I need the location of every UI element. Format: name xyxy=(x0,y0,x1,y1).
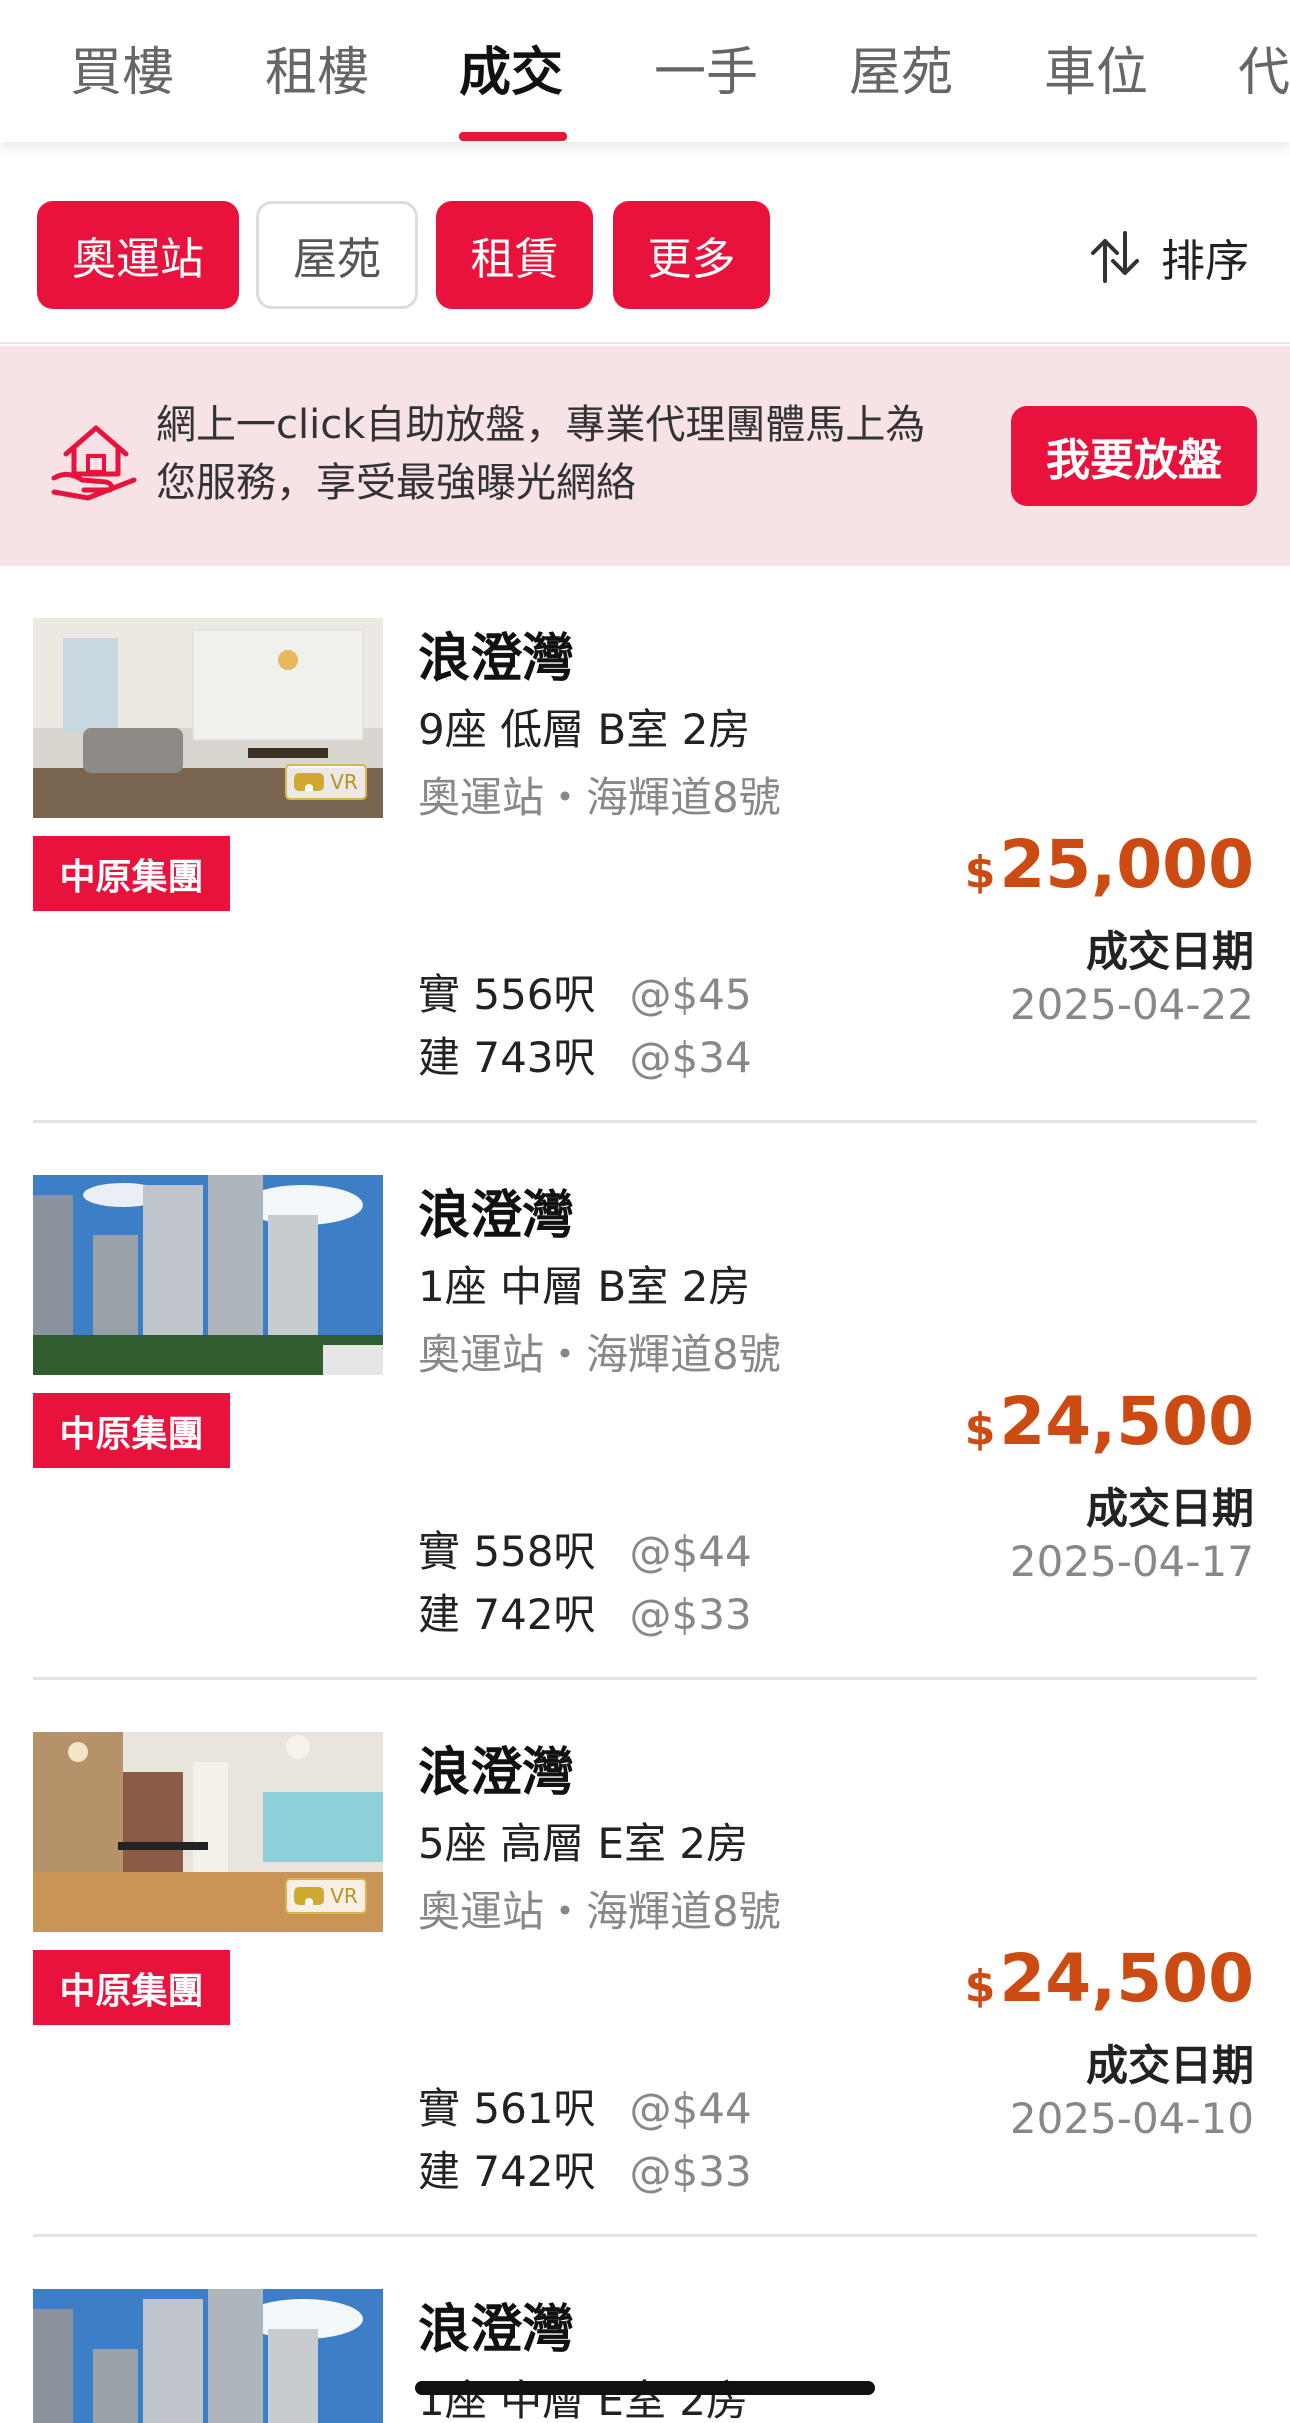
agency-tag: 中原集團 xyxy=(33,1950,230,2025)
listing-card[interactable]: VR 中原集團 浪澄灣 9座 低層 B室 2房 奧運站・海輝道8號 $25,00… xyxy=(0,566,1290,1123)
gross-area: 建 743呎 xyxy=(418,1033,596,1082)
gross-price-per-ft: @$34 xyxy=(629,1033,752,1082)
filter-chip-estate[interactable]: 屋苑 xyxy=(256,201,418,309)
gross-price-per-ft: @$33 xyxy=(629,2147,752,2196)
transaction-date-label: 成交日期 xyxy=(1085,927,1254,976)
price-value: 24,500 xyxy=(999,1940,1254,2017)
unit-details: 9座 低層 B室 2房 xyxy=(418,705,751,754)
saleable-area-row: 實 556呎 @$45 xyxy=(418,961,752,1022)
tab-carparks[interactable]: 車位 xyxy=(1044,30,1148,105)
transaction-date: 2025-04-17 xyxy=(1009,1537,1254,1586)
building-exterior-photo-icon xyxy=(33,1175,383,1375)
transaction-price: $24,500 xyxy=(965,1383,1254,1460)
banner-text-line2: 您服務，享受最強曝光網絡 xyxy=(156,460,636,506)
transaction-date: 2025-04-22 xyxy=(1009,980,1254,1029)
price-value: 24,500 xyxy=(999,1383,1254,1460)
unit-details: 5座 高層 E室 2房 xyxy=(418,1819,749,1868)
building-exterior-photo-icon xyxy=(33,2289,383,2423)
estate-name: 浪澄灣 xyxy=(418,2300,575,2360)
address: 奧運站・海輝道8號 xyxy=(418,1330,781,1379)
transaction-date-label: 成交日期 xyxy=(1085,1484,1254,1533)
vr-label: VR xyxy=(330,1884,358,1908)
gross-price-per-ft: @$33 xyxy=(629,1590,752,1639)
estate-name: 浪澄灣 xyxy=(418,1743,575,1803)
vr-badge: VR xyxy=(285,764,367,800)
gross-area: 建 742呎 xyxy=(418,2147,596,2196)
gross-area-row: 建 742呎 @$33 xyxy=(418,1581,752,1642)
filter-chip-lease[interactable]: 租賃 xyxy=(436,201,593,309)
gross-area-row: 建 743呎 @$34 xyxy=(418,1024,752,1085)
list-property-button[interactable]: 我要放盤 xyxy=(1011,406,1257,506)
saleable-price-per-ft: @$45 xyxy=(629,970,752,1019)
vr-label: VR xyxy=(330,770,358,794)
house-hand-icon xyxy=(51,425,137,501)
filter-bar: 奧運站 屋苑 租賃 更多 排序 xyxy=(0,142,1290,344)
gross-area: 建 742呎 xyxy=(418,1590,596,1639)
listing-photo[interactable] xyxy=(33,2289,383,2423)
tab-transactions[interactable]: 成交 xyxy=(459,30,563,105)
vr-goggles-icon xyxy=(294,773,325,791)
banner-text-line1: 網上一click自助放盤，專業代理團體馬上為 xyxy=(156,402,926,448)
saleable-area-row: 實 561呎 @$44 xyxy=(418,2075,752,2136)
transaction-price: $24,500 xyxy=(965,1940,1254,2017)
listing-photo[interactable]: VR xyxy=(33,618,383,818)
vr-goggles-icon xyxy=(294,1887,325,1905)
unit-details: 1座 中層 B室 2房 xyxy=(418,1262,751,1311)
active-tab-indicator xyxy=(459,132,567,141)
transaction-price: $25,000 xyxy=(965,826,1254,903)
gross-area-row: 建 742呎 @$33 xyxy=(418,2138,752,2199)
agency-tag: 中原集團 xyxy=(33,836,230,911)
tab-estates[interactable]: 屋苑 xyxy=(849,30,953,105)
listing-card[interactable]: 中原集團 浪澄灣 1座 中層 B室 2房 奧運站・海輝道8號 $24,500 實… xyxy=(0,1123,1290,1680)
tab-agents[interactable]: 代 xyxy=(1238,30,1290,105)
saleable-price-per-ft: @$44 xyxy=(629,1527,752,1576)
agency-tag: 中原集團 xyxy=(33,1393,230,1468)
price-value: 25,000 xyxy=(999,826,1254,903)
address: 奧運站・海輝道8號 xyxy=(418,1887,781,1936)
transaction-date: 2025-04-10 xyxy=(1009,2094,1254,2143)
saleable-area-row: 實 558呎 @$44 xyxy=(418,1518,752,1579)
unit-details: 1座 中層 E室 2房 xyxy=(418,2376,749,2423)
banner-text: 網上一click自助放盤，專業代理團體馬上為 您服務，享受最強曝光網絡 xyxy=(156,396,976,512)
sort-label: 排序 xyxy=(1161,236,1249,287)
currency-symbol: $ xyxy=(964,1404,996,1455)
tab-rent[interactable]: 租樓 xyxy=(265,30,369,105)
listing-photo[interactable]: VR xyxy=(33,1732,383,1932)
filter-chip-station[interactable]: 奧運站 xyxy=(37,201,239,309)
listing-card[interactable]: 浪澄灣 1座 中層 E室 2房 xyxy=(0,2237,1290,2423)
home-indicator[interactable] xyxy=(415,2381,875,2395)
listing-promo-banner: 網上一click自助放盤，專業代理團體馬上為 您服務，享受最強曝光網絡 我要放盤 xyxy=(0,346,1290,566)
vr-badge: VR xyxy=(285,1878,367,1914)
sort-arrows-icon xyxy=(1091,231,1139,283)
listing-photo[interactable] xyxy=(33,1175,383,1375)
sort-button[interactable]: 排序 xyxy=(1085,222,1249,292)
currency-symbol: $ xyxy=(964,1961,996,2012)
transaction-date-label: 成交日期 xyxy=(1085,2041,1254,2090)
tab-new-homes[interactable]: 一手 xyxy=(654,30,758,105)
saleable-price-per-ft: @$44 xyxy=(629,2084,752,2133)
address: 奧運站・海輝道8號 xyxy=(418,773,781,822)
estate-name: 浪澄灣 xyxy=(418,1186,575,1246)
top-tab-bar: 買樓 租樓 成交 一手 屋苑 車位 代 xyxy=(0,0,1290,142)
currency-symbol: $ xyxy=(964,847,996,898)
listing-card[interactable]: VR 中原集團 浪澄灣 5座 高層 E室 2房 奧運站・海輝道8號 $24,50… xyxy=(0,1680,1290,2237)
saleable-area: 實 561呎 xyxy=(418,2084,596,2133)
filter-chip-more[interactable]: 更多 xyxy=(613,201,770,309)
estate-name: 浪澄灣 xyxy=(418,629,575,689)
saleable-area: 實 558呎 xyxy=(418,1527,596,1576)
saleable-area: 實 556呎 xyxy=(418,970,596,1019)
tab-buy[interactable]: 買樓 xyxy=(70,30,174,105)
